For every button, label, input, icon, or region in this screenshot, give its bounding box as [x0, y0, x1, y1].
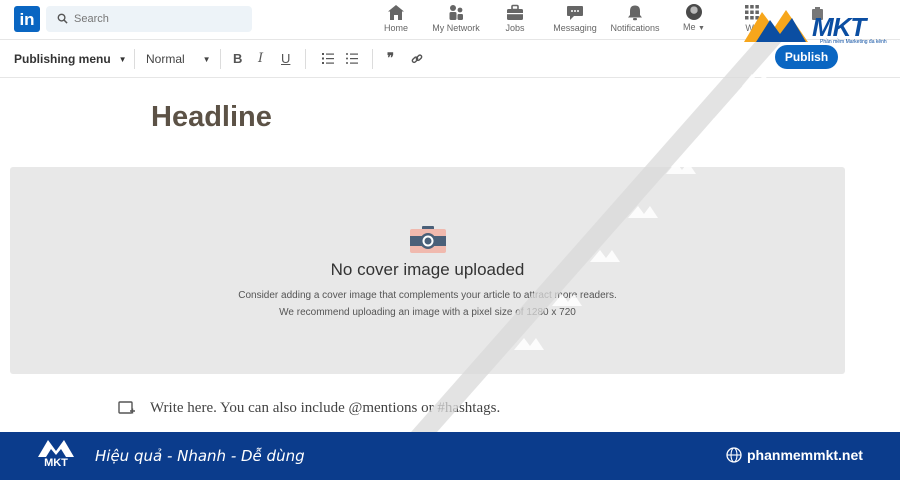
- home-icon: [388, 5, 404, 20]
- cover-hint-line-2: We recommend uploading an image with a p…: [279, 307, 576, 318]
- bell-icon: [628, 5, 642, 21]
- quote-button[interactable]: ❞: [387, 51, 394, 66]
- mkt-tagline: Phần mềm Marketing đa kênh: [820, 39, 887, 45]
- nav-messaging-label: Messaging: [553, 23, 597, 33]
- headline-input[interactable]: Headline: [151, 101, 272, 134]
- toolbar-divider: [220, 49, 221, 69]
- nav-notifications[interactable]: Notifications: [608, 4, 662, 36]
- nav-jobs-label: Jobs: [505, 23, 525, 33]
- chevron-down-icon: ▼: [698, 25, 705, 32]
- nav-jobs[interactable]: Jobs: [503, 4, 527, 36]
- toolbar-divider: [372, 49, 373, 69]
- publishing-menu-label: Publishing menu: [14, 52, 111, 66]
- nav-my-network[interactable]: My Network: [429, 4, 483, 36]
- briefcase-icon: [507, 4, 523, 20]
- footer-website[interactable]: phanmemmkt.net: [726, 447, 863, 463]
- body-placeholder: Write here. You can also include @mentio…: [150, 400, 501, 416]
- footer-website-text: phanmemmkt.net: [747, 447, 863, 463]
- nav-home-label: Home: [383, 23, 408, 33]
- underline-button[interactable]: U: [281, 51, 290, 66]
- body-editor[interactable]: Write here. You can also include @mentio…: [118, 400, 500, 417]
- nav-me-text: Me: [683, 22, 696, 32]
- footer-mkt-logo: MKT: [36, 437, 76, 475]
- nav-home[interactable]: Home: [383, 4, 409, 36]
- nav-messaging[interactable]: Messaging: [551, 4, 599, 36]
- nav-notifications-label: Notifications: [610, 23, 660, 33]
- bold-button[interactable]: B: [233, 51, 242, 66]
- nav-my-network-label: My Network: [432, 23, 480, 33]
- nav-me[interactable]: Me ▼: [680, 4, 708, 36]
- avatar[interactable]: [686, 4, 702, 20]
- publishing-menu-dropdown[interactable]: Publishing menu ▼: [14, 52, 127, 66]
- search-box[interactable]: [46, 6, 252, 32]
- text-style-select[interactable]: Normal ▼: [146, 52, 211, 66]
- search-input[interactable]: [74, 6, 244, 32]
- toolbar-divider: [134, 49, 135, 69]
- cover-hint-line-1: Consider adding a cover image that compl…: [238, 290, 617, 301]
- mkt-corner-logo: MKT Phần mềm Marketing đa kênh: [742, 6, 887, 49]
- nav-me-label: Me ▼: [683, 22, 705, 32]
- link-icon[interactable]: [411, 53, 423, 65]
- linkedin-logo[interactable]: in: [14, 6, 40, 32]
- cover-title: No cover image uploaded: [330, 260, 525, 279]
- search-icon: [57, 13, 68, 24]
- caret-down-icon: ▼: [202, 54, 211, 64]
- numbered-list-icon[interactable]: [322, 53, 334, 64]
- bulleted-list-icon[interactable]: [346, 53, 358, 64]
- network-icon: [449, 5, 463, 20]
- chat-icon: [567, 6, 583, 20]
- insert-media-icon[interactable]: [118, 400, 136, 417]
- mkt-logo-mark: [744, 10, 808, 42]
- footer-logo-text: MKT: [44, 457, 68, 469]
- footer-slogan: Hiệu quả - Nhanh - Dễ dùng: [95, 447, 305, 465]
- text-style-value: Normal: [146, 52, 185, 66]
- cover-image-upload[interactable]: No cover image uploaded Consider adding …: [10, 167, 845, 374]
- italic-button[interactable]: I: [258, 51, 263, 66]
- globe-icon: [726, 447, 742, 463]
- toolbar-divider: [305, 49, 306, 69]
- camera-icon: [410, 226, 446, 253]
- promo-footer-banner: MKT Hiệu quả - Nhanh - Dễ dùng phanmemmk…: [0, 432, 900, 480]
- footer-logo-mark: [38, 440, 74, 457]
- caret-down-icon: ▼: [118, 54, 127, 64]
